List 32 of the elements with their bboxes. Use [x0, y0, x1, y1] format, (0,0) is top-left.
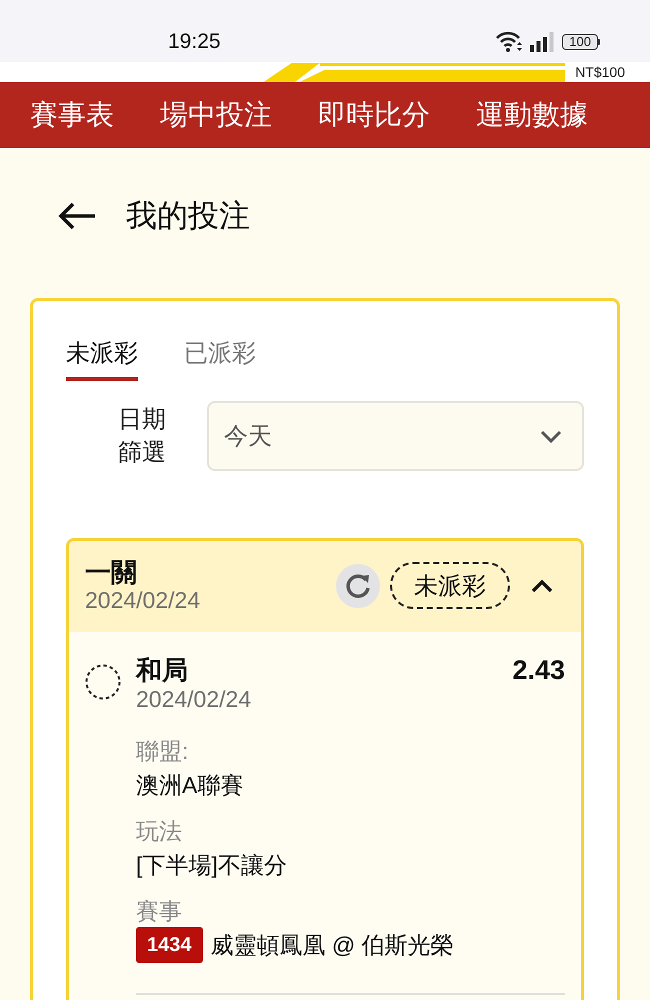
field-value: [下半場]不讓分	[136, 851, 287, 880]
filter-label: 日期篩選	[118, 405, 166, 468]
status-time: 19:25	[168, 30, 221, 54]
refresh-button[interactable]	[336, 564, 380, 608]
field-label: 聯盟:	[136, 737, 188, 766]
chevron-down-icon	[540, 430, 562, 442]
bet-date: 2024/02/24	[85, 587, 202, 614]
bet-type: 一關	[85, 557, 138, 587]
nav-link[interactable]: 賽事表	[30, 98, 114, 132]
battery-indicator: 100	[562, 34, 600, 50]
match-number: 1434	[136, 927, 202, 963]
field-value: 威靈頓鳳凰 @ 伯斯光榮	[210, 931, 454, 960]
signal-icon	[530, 32, 554, 52]
wifi-icon	[496, 31, 522, 53]
nav-link[interactable]: 場中投注	[160, 98, 272, 132]
leg-date: 2024/02/24	[136, 686, 252, 713]
back-button[interactable]	[58, 202, 96, 230]
status-badge: 未派彩	[390, 562, 510, 609]
field-label: 賽事	[136, 897, 182, 926]
balance-text: NT$100	[574, 64, 626, 80]
page-title: 我的投注	[126, 198, 250, 234]
date-select[interactable]: 今天	[207, 401, 584, 471]
collapse-button[interactable]	[531, 578, 553, 592]
field-value: 澳洲A聯賽	[136, 771, 244, 800]
nav-link[interactable]: 運動數據	[476, 98, 588, 132]
tab[interactable]: 已派彩	[184, 341, 256, 381]
dashed-circle-icon	[85, 664, 121, 700]
selection-name: 和局	[136, 654, 188, 686]
tab[interactable]: 未派彩	[66, 341, 138, 381]
field-label: 玩法	[136, 817, 182, 846]
nav-link[interactable]: 即時比分	[318, 98, 430, 132]
odds-value: 2.43	[512, 654, 565, 686]
